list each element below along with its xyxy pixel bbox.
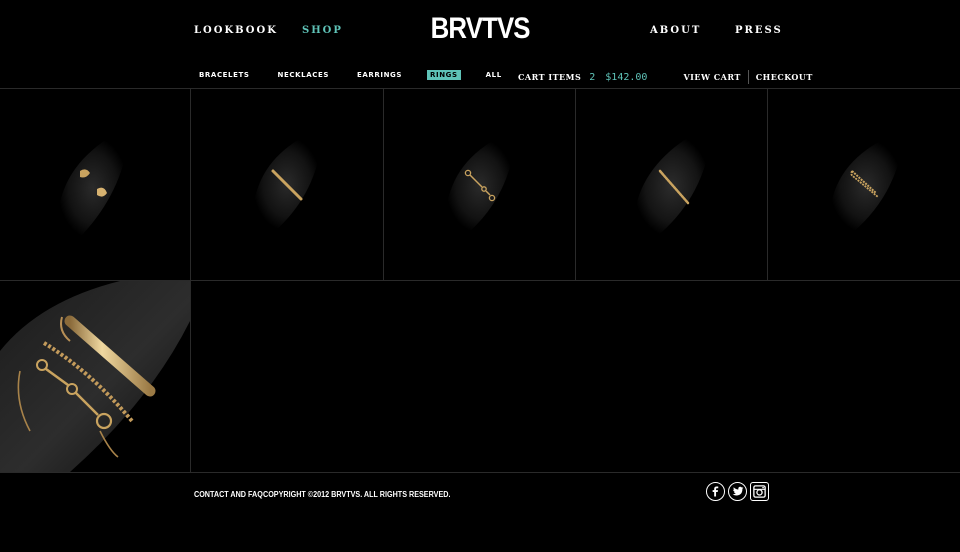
product-tile[interactable] — [768, 89, 960, 280]
chain-ring-icon — [634, 135, 710, 237]
nav-about[interactable]: ABOUT — [650, 25, 701, 36]
category-nav: BRACELETS NECKLACES EARRINGS RINGS ALL — [196, 70, 527, 80]
product-tile[interactable] — [576, 89, 767, 280]
link-chain-ring-icon — [446, 139, 514, 233]
ring-stack-icon — [0, 281, 190, 472]
view-cart-link[interactable]: VIEW CART — [683, 72, 740, 82]
cart-total: $142.00 — [605, 71, 648, 83]
grid-bottom-rule — [0, 472, 960, 473]
category-earrings[interactable]: EARRINGS — [354, 70, 405, 80]
instagram-icon[interactable] — [750, 482, 769, 501]
footer-contact-link[interactable]: CONTACT AND FAQ — [194, 490, 263, 499]
checkout-link[interactable]: CHECKOUT — [756, 72, 813, 82]
twitter-icon[interactable] — [728, 482, 747, 501]
category-rings[interactable]: RINGS — [427, 70, 461, 80]
facebook-icon[interactable] — [706, 482, 725, 501]
cart-count: 2 — [589, 71, 596, 83]
category-bracelets[interactable]: BRACELETS — [196, 70, 253, 80]
open-cuff-ring-icon — [58, 137, 128, 239]
category-all[interactable]: ALL — [483, 70, 505, 80]
footer-copyright: COPYRIGHT ©2012 BRVTVS. ALL RIGHTS RESER… — [263, 490, 451, 499]
cart-divider — [747, 70, 749, 84]
nav-press[interactable]: PRESS — [735, 25, 783, 36]
social-links — [706, 482, 772, 501]
cart-items-label: CART ITEMS — [518, 72, 582, 82]
product-tile[interactable] — [384, 89, 575, 280]
product-tile[interactable] — [191, 89, 383, 280]
product-tile[interactable] — [0, 281, 190, 472]
double-chain-ring-icon — [830, 139, 902, 233]
cart-summary: CART ITEMS 2 $142.00 VIEW CART CHECKOUT — [518, 70, 813, 84]
product-tile[interactable] — [0, 89, 190, 280]
category-necklaces[interactable]: NECKLACES — [275, 70, 332, 80]
bar-ring-icon — [253, 137, 321, 231]
